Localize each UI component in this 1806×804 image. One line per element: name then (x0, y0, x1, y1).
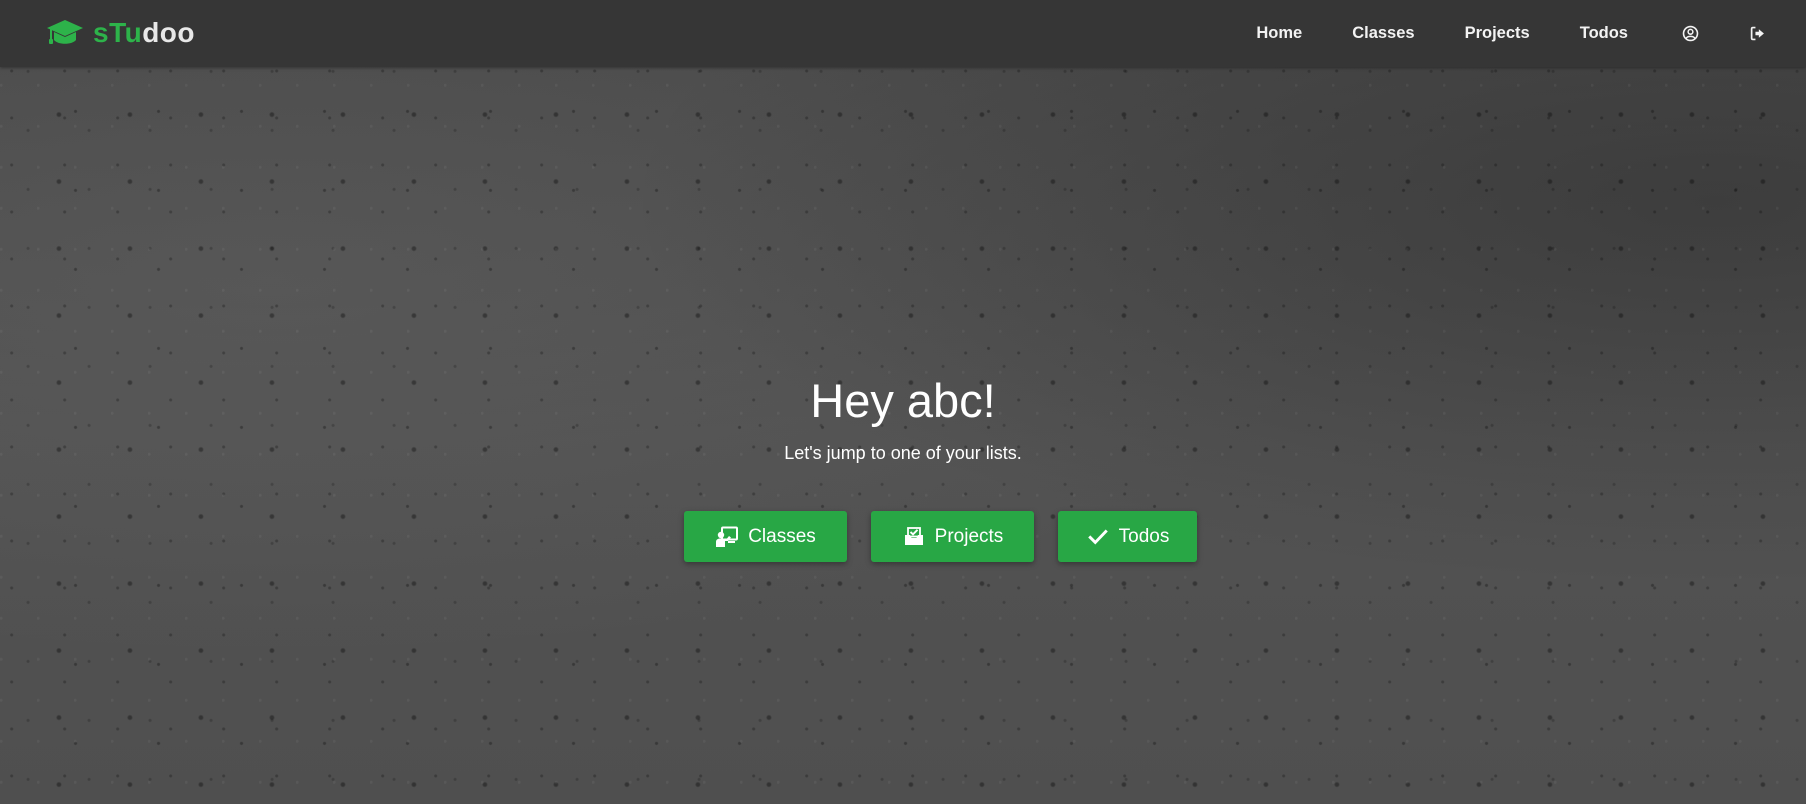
nav-classes[interactable]: Classes (1352, 24, 1414, 43)
classes-button-label: Classes (748, 525, 816, 547)
classes-button[interactable]: Classes (684, 511, 847, 562)
list-buttons: Classes Projects Todos (684, 511, 1197, 562)
greeting-title: Hey abc! (810, 374, 996, 427)
nav-projects[interactable]: Projects (1465, 24, 1530, 43)
graduation-cap-icon (46, 18, 84, 48)
brand-name: sTudoo (93, 16, 195, 50)
greeting-subtitle: Let's jump to one of your lists. (784, 443, 1022, 463)
nav-home[interactable]: Home (1256, 24, 1302, 43)
sign-out-icon[interactable] (1748, 24, 1768, 44)
projects-button-label: Projects (934, 525, 1004, 547)
brand-logo[interactable]: sTudoo (46, 16, 195, 50)
user-circle-icon[interactable] (1680, 24, 1700, 44)
projects-button[interactable]: Projects (871, 511, 1034, 562)
check-icon (1086, 526, 1110, 548)
brand-name-part1: sTu (93, 17, 143, 48)
todos-button[interactable]: Todos (1058, 511, 1197, 562)
hero-section: Hey abc! Let's jump to one of your lists… (0, 67, 1806, 804)
inbox-check-icon (902, 526, 926, 548)
navbar: sTudoo Home Classes Projects Todos (0, 0, 1806, 67)
nav-todos[interactable]: Todos (1580, 24, 1628, 43)
chalkboard-teacher-icon (715, 526, 739, 548)
brand-name-part2: doo (142, 17, 196, 48)
main-nav: Home Classes Projects Todos (1256, 0, 1806, 67)
todos-button-label: Todos (1118, 525, 1170, 547)
